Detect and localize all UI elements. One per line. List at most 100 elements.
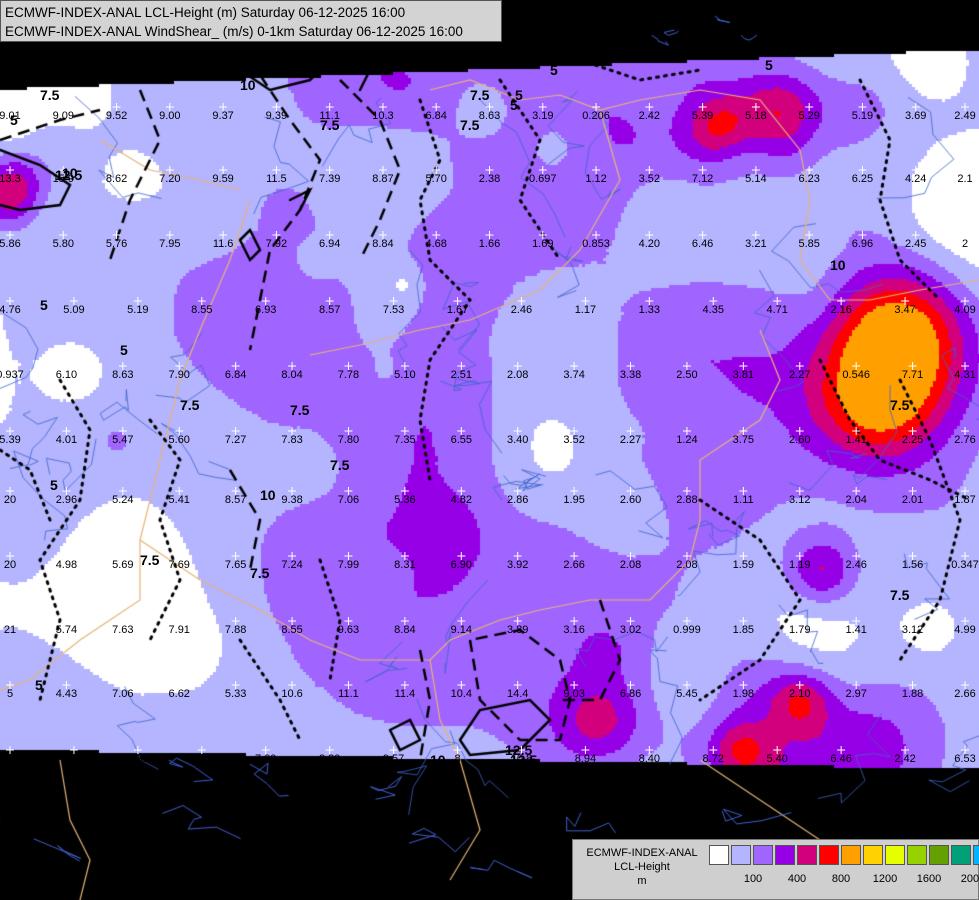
legend-swatch (709, 845, 729, 865)
station-value-label: 2.1 (957, 173, 972, 185)
station-value-label: 2.50 (676, 369, 697, 381)
station-value-label: 2.88 (676, 494, 697, 506)
station-value-label: 9.63 (338, 624, 359, 636)
station-value-label: 8.04 (281, 369, 302, 381)
station-value-label: 7.39 (319, 173, 340, 185)
contour-label: 5 (550, 62, 558, 78)
station-value-label: 5.24 (112, 494, 133, 506)
station-value-label: 0.546 (842, 369, 870, 381)
legend-swatch (863, 845, 883, 865)
station-value-label: 0.697 (529, 173, 557, 185)
contour-label: 5 (10, 112, 18, 128)
legend-swatches (709, 845, 979, 867)
station-value-label: 3.74 (563, 369, 584, 381)
station-value-label: 1.33 (639, 304, 660, 316)
station-value-label: 2.46 (845, 559, 866, 571)
contour-label: 7.5 (890, 397, 910, 413)
station-value-label: 11.5 (266, 173, 287, 185)
legend-swatch (973, 845, 979, 865)
station-value-label: 6.25 (852, 173, 873, 185)
station-value-label: 1.66 (479, 238, 500, 250)
station-value-label: 14.4 (507, 688, 528, 700)
station-value-label: 8.87 (372, 173, 393, 185)
contour-label: 7.5 (890, 587, 910, 603)
station-value-label: 5.47 (112, 434, 133, 446)
contour-label: 7.5 (470, 87, 490, 103)
station-value-label: 7.63 (112, 624, 133, 636)
legend-variable: LCL-Height (614, 861, 670, 873)
station-value-label: 7.35 (394, 434, 415, 446)
station-value-label: 4.68 (426, 238, 447, 250)
station-value-label: 1.41 (845, 624, 866, 636)
station-value-label: 1.85 (733, 624, 754, 636)
station-value-label: 6.10 (56, 369, 77, 381)
station-value-label: 5.39 (692, 110, 713, 122)
station-value-label: 4.20 (639, 238, 660, 250)
station-value-label: 13.3 (0, 173, 21, 185)
station-value-label: 11.1 (338, 688, 359, 700)
station-value-label: 4.43 (56, 688, 77, 700)
legend-swatch (731, 845, 751, 865)
legend-swatch (885, 845, 905, 865)
contour-label: 7.5 (250, 565, 270, 581)
station-value-label: 5.39 (0, 434, 21, 446)
contour-label: 7.5 (460, 117, 480, 133)
contour-label: 7.5 (65, 747, 85, 763)
station-value-label: 5.41 (169, 494, 190, 506)
station-value-label: 9.57 (383, 753, 404, 765)
station-value-label: 5.10 (394, 369, 415, 381)
station-value-label: 3.89 (507, 624, 528, 636)
station-value-label: 8.89 (319, 753, 340, 765)
station-value-label: 5.29 (798, 110, 819, 122)
station-value-label: 0.999 (673, 624, 701, 636)
station-value-label: 3.38 (620, 369, 641, 381)
title-box: ECMWF-INDEX-ANAL LCL-Height (m) Saturday… (0, 0, 502, 42)
legend-swatch (907, 845, 927, 865)
station-value-label: 2.01 (902, 494, 923, 506)
station-value-label: 9.14 (451, 624, 472, 636)
station-value-label: 7.99 (338, 559, 359, 571)
station-value-label: 9.00 (159, 110, 180, 122)
station-value-label: 4.24 (905, 173, 926, 185)
station-value-label: 2.49 (954, 110, 975, 122)
station-value-label: 7.69 (169, 559, 190, 571)
station-value-label: 9.37 (212, 110, 233, 122)
station-value-label: 2.27 (620, 434, 641, 446)
station-value-label: 2.60 (789, 434, 810, 446)
title-line-2: ECMWF-INDEX-ANAL WindShear_ (m/s) 0-1km … (5, 24, 463, 39)
station-value-label: 6.23 (798, 173, 819, 185)
legend: ECMWF-INDEX-ANAL LCL-Height m 100 400 800 1… (572, 839, 979, 900)
station-value-label: 6.94 (191, 753, 212, 765)
contour-label: 10 (830, 257, 846, 273)
station-value-label: 6.93 (255, 304, 276, 316)
station-value-label: 9.52 (106, 110, 127, 122)
station-value-label: 8 (454, 753, 460, 765)
legend-swatch (775, 845, 795, 865)
station-value-label: 7.90 (169, 369, 190, 381)
station-value-label: 8.94 (575, 753, 596, 765)
legend-swatch (753, 845, 773, 865)
station-value-label: 4.98 (56, 559, 77, 571)
legend-swatch (951, 845, 971, 865)
station-value-label: 5.40 (766, 753, 787, 765)
station-value-label: 10.3 (372, 110, 393, 122)
station-value-label: 5.86 (0, 238, 21, 250)
legend-tick-label: 2000 (960, 873, 979, 885)
station-value-label: 5.14 (745, 173, 766, 185)
station-value-label: 9.59 (212, 173, 233, 185)
station-value-label: 5.70 (426, 173, 447, 185)
contour-label: 5 (765, 57, 773, 73)
station-value-label: 5.85 (798, 238, 819, 250)
contour-label: 5 (510, 97, 518, 113)
station-value-label: 3.75 (733, 434, 754, 446)
station-value-label: 7.95 (159, 238, 180, 250)
contour-label: 7.5 (180, 397, 200, 413)
station-value-label: 6.94 (319, 238, 340, 250)
station-value-label: 1.67 (447, 304, 468, 316)
station-value-label: 1.56 (902, 559, 923, 571)
station-value-label: 2.08 (620, 559, 641, 571)
station-value-label: 7.27 (225, 434, 246, 446)
station-value-label: 6.96 (852, 238, 873, 250)
station-value-label: 2.16 (830, 304, 851, 316)
contour-label: 10 (260, 487, 276, 503)
